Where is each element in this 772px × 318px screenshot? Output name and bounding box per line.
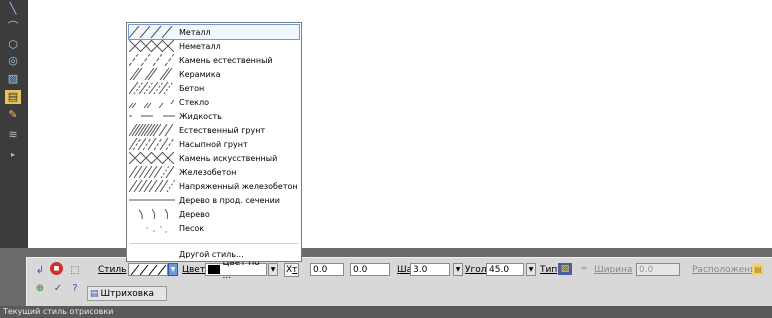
left-strip (0, 168, 28, 248)
style-dropdown-button[interactable]: ▼ (168, 263, 178, 276)
menu-item-other-style[interactable]: Другой стиль... (179, 250, 244, 259)
hatch-ceramic-swatch (129, 68, 173, 80)
hatch-nonmetal-swatch (129, 40, 175, 52)
create-object-icon[interactable]: ↲ (32, 263, 48, 277)
width-field[interactable]: 0.0 (636, 263, 680, 276)
menu-item-label: Песок (179, 223, 205, 233)
menu-item-label: Камень естественный (179, 55, 273, 65)
angle-field[interactable]: 45.0 (486, 263, 524, 276)
menu-separator (130, 243, 298, 244)
edit-icon[interactable]: ✓ (50, 281, 66, 295)
style-menu: Металл Неметалл Камень естественный Кера… (126, 22, 302, 262)
hatch-artificial-stone-swatch (129, 152, 175, 164)
hatch-natural-soil-swatch (129, 124, 174, 136)
hatch-glass-swatch (129, 99, 175, 108)
menu-item-label: Дерево (179, 209, 210, 219)
type-label: Тип (540, 265, 558, 275)
color-selector[interactable]: Цвет по ... (205, 258, 267, 281)
menu-item-label: Насыпной грунт (179, 139, 248, 149)
menu-item-reinforced-concrete[interactable]: Железобетон (129, 165, 299, 179)
help-icon[interactable]: ? (67, 281, 83, 295)
hatch-wood-swatch (138, 208, 169, 220)
width-label: Ширина (594, 265, 633, 275)
menu-item-artificial-stone[interactable]: Камень искусственный (129, 151, 299, 165)
current-hatch-swatch (130, 264, 167, 276)
hatch-reinforced-concrete-swatch (129, 166, 175, 178)
menu-item-sand[interactable]: Песок (129, 221, 299, 235)
polygon-tool-icon[interactable]: ⬡ (5, 38, 21, 52)
menu-item-label: Керамика (179, 69, 221, 79)
menu-item-liquid[interactable]: Жидкость (129, 109, 299, 123)
placement-icon[interactable]: ▤ (752, 263, 764, 275)
menu-item-label: Металл (179, 27, 211, 37)
menu-item-glass[interactable]: Стекло (129, 95, 299, 109)
menu-item-label: Естественный грунт (179, 125, 266, 135)
expand-arrow-icon[interactable]: ▸ (5, 148, 21, 162)
step-dropdown-button[interactable]: ▼ (453, 263, 463, 276)
hatch-liquid-swatch (129, 115, 175, 117)
left-toolbar: ╲ ⌒ ⬡ ◎ ▨ ▤ ✎ ≋ ▸ (0, 0, 28, 168)
style-label: Стиль (98, 265, 127, 275)
tab-hatch-label: Штриховка (100, 288, 155, 299)
menu-item-natural-soil[interactable]: Естественный грунт (129, 123, 299, 137)
angle-label: Угол (465, 265, 487, 275)
color-swatch (208, 265, 221, 274)
shape-tool-icon[interactable]: ◎ (5, 54, 21, 68)
hatch-concrete-swatch (129, 82, 174, 94)
x-label: Xт (284, 263, 300, 277)
menu-item-nonmetal[interactable]: Неметалл (129, 39, 299, 53)
menu-item-metal[interactable]: Металл (128, 24, 300, 40)
fill-tool-icon[interactable]: ✎ (5, 108, 21, 122)
y-field[interactable]: 0.0 (350, 263, 390, 276)
hatch-type-icon[interactable]: ▨ (558, 263, 572, 275)
hatch-tool-icon[interactable]: ▨ (5, 72, 21, 86)
style-selector[interactable] (128, 263, 168, 276)
angle-dropdown-button[interactable]: ▼ (526, 263, 536, 276)
step-field[interactable]: 3.0 (410, 263, 450, 276)
line-tool-icon[interactable]: ╲ (5, 2, 21, 16)
menu-item-wood[interactable]: Дерево (129, 207, 299, 221)
menu-item-bulk-soil[interactable]: Насыпной грунт (129, 137, 299, 151)
hatch-area-tool-icon[interactable]: ▤ (5, 90, 21, 104)
menu-item-label: Бетон (179, 83, 205, 93)
spline-tool-icon[interactable]: ≋ (5, 128, 21, 142)
x-field[interactable]: 0.0 (310, 263, 344, 276)
menu-item-concrete[interactable]: Бетон (129, 81, 299, 95)
menu-item-label: Напряженный железобетон (179, 181, 298, 191)
menu-item-label: Стекло (179, 97, 210, 107)
hatch-natural-stone-swatch (129, 54, 175, 66)
menu-item-ceramic[interactable]: Керамика (129, 67, 299, 81)
menu-item-label: Дерево в прод. сечении (179, 195, 280, 205)
hatch-sand-swatch (146, 226, 167, 233)
hatch-prestressed-concrete-swatch (129, 180, 175, 192)
color-dropdown-button[interactable]: ▼ (268, 263, 278, 276)
stop-icon[interactable]: ■ (50, 262, 63, 275)
align-icon[interactable]: ⬚ (67, 263, 83, 277)
arc-tool-icon[interactable]: ⌒ (5, 20, 21, 34)
hatch-bulk-soil-swatch (129, 138, 175, 150)
menu-item-label: Железобетон (179, 167, 237, 177)
status-bar: Текущий стиль отрисовки (0, 306, 772, 318)
snap-icon[interactable]: ⊕ (32, 281, 48, 295)
hatch-wood-long-section-swatch (129, 199, 175, 201)
menu-item-natural-stone[interactable]: Камень естественный (129, 53, 299, 67)
hatch-metal-swatch (129, 26, 173, 38)
line-type-icon[interactable]: ═ (576, 263, 592, 275)
tab-hatch[interactable]: ▤ Штриховка (87, 286, 167, 301)
menu-item-prestressed-concrete[interactable]: Напряженный железобетон (129, 179, 299, 193)
menu-item-label: Неметалл (179, 41, 221, 51)
menu-item-wood-long-section[interactable]: Дерево в прод. сечении (129, 193, 299, 207)
menu-item-label: Камень искусственный (179, 153, 278, 163)
menu-item-label: Жидкость (179, 111, 222, 121)
hatch-tab-icon: ▤ (90, 288, 99, 299)
color-label: Цвет (182, 265, 206, 275)
